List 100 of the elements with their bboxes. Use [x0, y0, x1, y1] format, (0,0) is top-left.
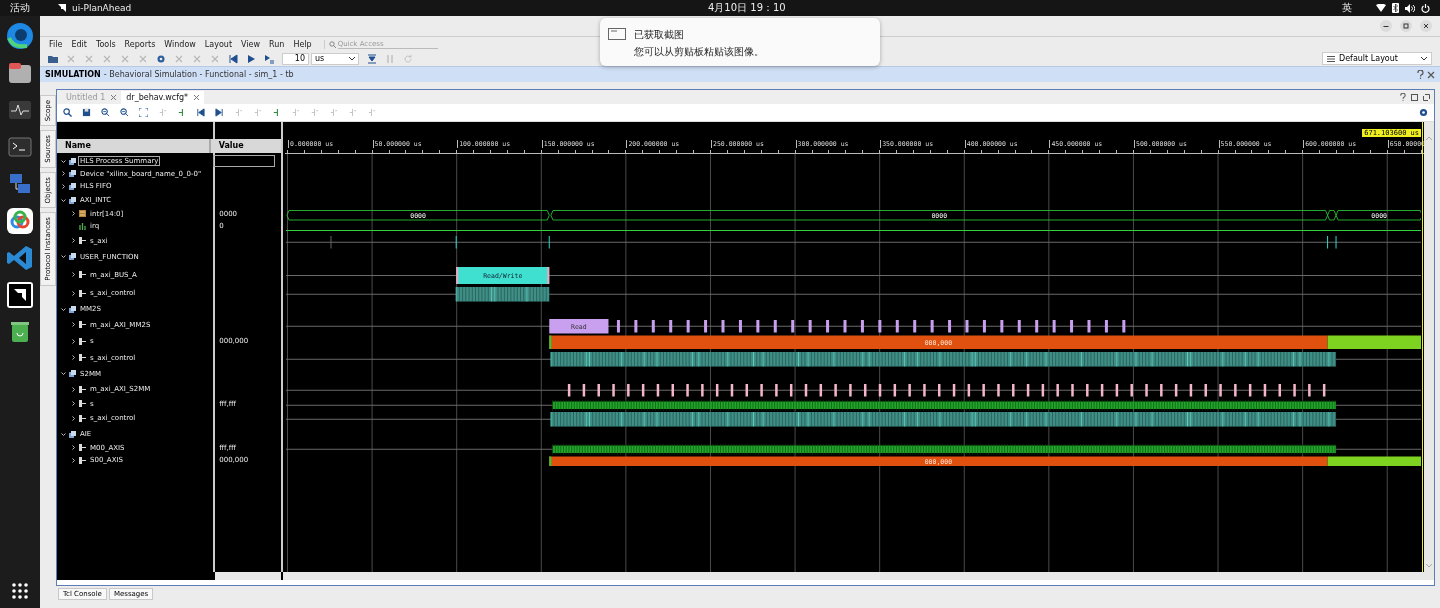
- menu-item[interactable]: Tools: [92, 39, 122, 49]
- chevron-icon[interactable]: [61, 306, 66, 312]
- column-header[interactable]: Value: [208, 139, 281, 153]
- signal-icon: [79, 222, 86, 230]
- chevron-icon[interactable]: [61, 158, 66, 164]
- chevron-icon[interactable]: [61, 371, 66, 376]
- interface-icon: [79, 289, 86, 297]
- marker-icon[interactable]: [291, 108, 300, 117]
- group-icon: [69, 170, 76, 178]
- interface-icon: [79, 414, 86, 422]
- screenshot-icon: [608, 28, 626, 40]
- marker-icon[interactable]: [329, 108, 338, 117]
- play-icon[interactable]: [246, 53, 256, 64]
- logo-icon[interactable]: [6, 281, 34, 309]
- notification[interactable]: 已获取截图 您可以从剪贴板粘贴该图像。: [600, 18, 880, 66]
- layout-icon: [1327, 55, 1335, 62]
- interface-icon: [79, 385, 86, 393]
- group-icon: [69, 196, 76, 204]
- chevron-icon[interactable]: [71, 386, 76, 392]
- chevron-icon[interactable]: [71, 238, 76, 244]
- interface-icon: [79, 271, 86, 278]
- chevron-icon[interactable]: [61, 431, 66, 437]
- chevron-icon[interactable]: [61, 197, 66, 203]
- maximize-button[interactable]: [1400, 20, 1412, 32]
- volume-icon[interactable]: [1405, 3, 1415, 13]
- interface-icon: [79, 237, 86, 245]
- power-icon[interactable]: [1421, 3, 1430, 13]
- menu-item[interactable]: Layout: [201, 39, 239, 49]
- horizontal-scrollbar[interactable]: [283, 572, 1434, 580]
- chevron-icon[interactable]: [71, 355, 76, 361]
- chevron-icon[interactable]: [71, 338, 76, 344]
- fit-icon[interactable]: [139, 108, 148, 117]
- menu-item[interactable]: Edit: [68, 39, 93, 49]
- notification-body: 您可以从剪贴板粘贴该图像。: [634, 45, 764, 59]
- group-icon: [69, 430, 76, 438]
- chevron-icon[interactable]: [61, 183, 66, 189]
- menu-item[interactable]: Run: [266, 39, 291, 49]
- caret-icon: [1421, 56, 1427, 61]
- chevron-icon[interactable]: [71, 290, 76, 296]
- save-icon[interactable]: [82, 108, 91, 117]
- interface-icon: [79, 354, 86, 362]
- menu-item[interactable]: View: [238, 39, 267, 49]
- caret-icon: [349, 56, 355, 61]
- chevron-icon[interactable]: [71, 401, 76, 407]
- settings-icon[interactable]: [1419, 108, 1428, 117]
- add-marker-icon[interactable]: [272, 108, 281, 117]
- browser-icon[interactable]: [6, 22, 34, 50]
- group-icon: [69, 305, 76, 313]
- marker-icon[interactable]: [310, 108, 319, 117]
- chevron-icon[interactable]: [61, 171, 66, 177]
- restore-icon[interactable]: [1411, 93, 1418, 101]
- input-method-indicator[interactable]: 英: [1342, 1, 1352, 15]
- interface-icon: [79, 321, 86, 329]
- last-icon[interactable]: [215, 108, 224, 117]
- chevron-icon[interactable]: [61, 254, 66, 259]
- step-icon[interactable]: [264, 53, 274, 64]
- group-icon: [69, 157, 76, 165]
- search-icon[interactable]: [63, 108, 72, 117]
- chevron-icon[interactable]: [71, 322, 76, 328]
- menu-item[interactable]: Reports: [121, 39, 162, 49]
- restart-icon[interactable]: [403, 53, 413, 64]
- minimize-button[interactable]: [1380, 20, 1392, 32]
- layout-dropdown[interactable]: Default Layout: [1322, 52, 1432, 65]
- bus-icon: [79, 210, 86, 218]
- menu-item[interactable]: Help: [290, 39, 318, 49]
- app-menu[interactable]: ui-PlanAhead: [72, 3, 132, 13]
- menu-item[interactable]: File: [46, 39, 69, 49]
- cloud-icon[interactable]: [6, 207, 34, 235]
- zoom-out-icon[interactable]: [120, 108, 129, 117]
- app-grid-icon[interactable]: [11, 582, 29, 600]
- settings-icon[interactable]: [156, 53, 166, 64]
- marker-icon[interactable]: [177, 108, 186, 117]
- help-icon[interactable]: [1400, 93, 1406, 101]
- column-header[interactable]: Name: [57, 139, 209, 153]
- marker-icon[interactable]: [367, 108, 376, 117]
- close-button[interactable]: [1420, 20, 1432, 32]
- clock[interactable]: 4月10日 19：10: [708, 1, 786, 15]
- chevron-icon[interactable]: [71, 272, 76, 277]
- interface-icon: [79, 444, 86, 452]
- help-icon[interactable]: [1417, 70, 1424, 79]
- float-icon[interactable]: [1423, 93, 1430, 101]
- code-editor-icon[interactable]: [6, 244, 34, 272]
- zoom-in-icon[interactable]: [101, 108, 110, 117]
- chevron-icon[interactable]: [71, 211, 76, 217]
- run-time-field[interactable]: 10: [282, 52, 309, 65]
- first-icon[interactable]: [196, 108, 205, 117]
- restart-icon[interactable]: [228, 53, 238, 64]
- menu-item[interactable]: Window: [161, 39, 202, 49]
- run-all-icon[interactable]: [367, 53, 377, 64]
- folder-icon[interactable]: [48, 53, 58, 64]
- wifi-icon[interactable]: [1376, 4, 1386, 12]
- time-cursor[interactable]: [1421, 122, 1423, 572]
- chevron-icon[interactable]: [71, 415, 76, 421]
- tab[interactable]: dr_behav.wcfg*: [121, 91, 205, 104]
- interface-icon: [79, 337, 86, 345]
- time-unit-dropdown[interactable]: us: [311, 52, 359, 65]
- activities-button[interactable]: 活动: [10, 1, 30, 15]
- bluetooth-icon[interactable]: [1392, 3, 1399, 13]
- simulation-title: SIMULATION: [45, 70, 101, 79]
- horizontal-scrollbar[interactable]: [215, 572, 281, 580]
